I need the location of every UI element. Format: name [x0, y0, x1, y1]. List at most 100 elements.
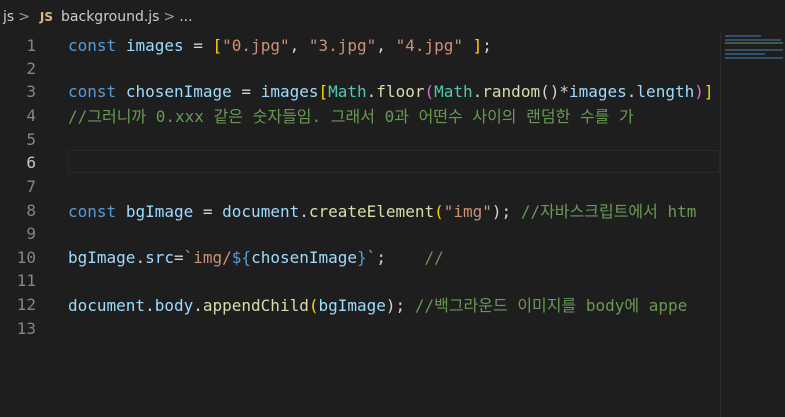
token: src — [145, 247, 174, 267]
code-line[interactable]: 12 document.body.appendChild(bgImage); /… — [0, 292, 720, 316]
code-line[interactable]: 2 — [0, 56, 720, 80]
token: appendChild — [202, 296, 309, 315]
token: = — [231, 81, 261, 101]
token: ` — [366, 247, 377, 267]
token: . — [193, 296, 203, 315]
code-line-active[interactable]: 6 — [0, 150, 720, 174]
token: * — [559, 81, 569, 101]
code-line[interactable]: 9 — [0, 221, 720, 245]
token: random — [482, 81, 541, 101]
line-number: 11 — [16, 270, 36, 290]
token: ); — [385, 296, 415, 315]
token: . — [472, 81, 483, 101]
token: ) — [694, 81, 704, 101]
breadcrumb-symbols[interactable]: ... — [179, 9, 192, 25]
code-text[interactable]: bgImage.src=`img/${chosenImage}`; // — [68, 248, 444, 267]
token: const — [68, 81, 117, 101]
token: ; — [482, 35, 492, 55]
line-number: 9 — [26, 223, 36, 243]
token: length — [636, 81, 695, 101]
token: } — [357, 247, 367, 267]
token: bgImage — [125, 202, 194, 221]
line-number: 7 — [26, 176, 36, 196]
token: ] — [703, 81, 714, 101]
javascript-file-icon: JS — [39, 9, 54, 24]
token: "0.jpg" — [222, 35, 290, 55]
code-line[interactable]: 13 — [0, 316, 720, 340]
token: //자바스크립트에서 htm — [520, 202, 697, 221]
code-line[interactable]: 4 //그러니까 0.xxx 같은 숫자들임. 그래서 0과 어떤수 사이의 랜… — [0, 103, 720, 127]
token: [ — [212, 35, 223, 55]
minimap-line — [725, 49, 783, 51]
minimap[interactable] — [721, 33, 785, 417]
token: Math — [434, 81, 473, 101]
token: bgImage — [318, 296, 386, 315]
token: () — [540, 81, 560, 101]
code-line[interactable]: 5 — [0, 127, 720, 151]
token: images — [568, 81, 627, 101]
code-text[interactable]: const images = ["0.jpg", "3.jpg", "4.jpg… — [68, 36, 492, 55]
minimap-line — [725, 53, 765, 55]
token: body — [154, 296, 194, 315]
breadcrumb: js > JS background.js > ... — [0, 0, 785, 33]
token: . — [135, 247, 146, 267]
token: // — [424, 247, 444, 267]
token: . — [145, 296, 155, 315]
token: document — [68, 296, 146, 315]
token: //백그라운드 이미지를 body에 appe — [414, 296, 688, 315]
token: , — [289, 35, 309, 55]
token: `img/ — [183, 247, 232, 267]
code-text[interactable]: document.body.appendChild(bgImage); //백그… — [68, 292, 687, 316]
code-editor[interactable]: 1 const images = ["0.jpg", "3.jpg", "4.j… — [0, 33, 720, 417]
minimap-line — [725, 57, 783, 59]
token: . — [626, 81, 637, 101]
token: chosenImage — [125, 81, 232, 101]
minimap-line — [725, 35, 761, 37]
token: = — [183, 35, 213, 55]
token: bgImage — [68, 247, 136, 267]
token: "3.jpg" — [308, 35, 377, 55]
token: ( — [434, 202, 444, 221]
token: images — [260, 81, 319, 101]
token: = — [173, 247, 184, 267]
code-line[interactable]: 10 bgImage.src=`img/${chosenImage}`; // — [0, 245, 720, 269]
line-number: 1 — [26, 35, 36, 55]
token: , — [376, 35, 396, 55]
line-number: 5 — [26, 129, 36, 149]
token: ( — [424, 81, 435, 101]
code-text[interactable]: const bgImage = document.createElement("… — [68, 198, 696, 222]
code-comment[interactable]: //그러니까 0.xxx 같은 숫자들임. 그래서 0과 어떤수 사이의 랜덤한… — [68, 103, 634, 127]
breadcrumb-folder[interactable]: js — [3, 9, 14, 25]
line-number: 10 — [16, 247, 36, 267]
token: . — [299, 202, 309, 221]
token: Math — [328, 81, 367, 101]
breadcrumb-file[interactable]: background.js — [61, 9, 159, 25]
chevron-right-icon: > — [18, 8, 30, 25]
token: . — [366, 81, 377, 101]
line-number: 12 — [16, 294, 36, 314]
token: ); — [491, 202, 521, 221]
code-line[interactable]: 1 const images = ["0.jpg", "3.jpg", "4.j… — [0, 33, 720, 57]
token: "img" — [443, 202, 492, 221]
token: [ — [318, 81, 329, 101]
token: ; — [376, 247, 425, 267]
token: floor — [376, 81, 425, 101]
line-number: 6 — [26, 152, 36, 172]
token: = — [193, 202, 223, 221]
code-text[interactable]: const chosenImage = images[Math.floor(Ma… — [68, 82, 714, 101]
code-line[interactable]: 8 const bgImage = document.createElement… — [0, 198, 720, 222]
line-number: 4 — [26, 105, 36, 125]
line-number: 3 — [26, 81, 36, 101]
token: chosenImage — [251, 247, 358, 267]
token: ] — [472, 35, 483, 55]
token: "4.jpg" — [395, 35, 463, 55]
minimap-line — [725, 42, 783, 44]
token: createElement — [308, 202, 435, 221]
code-line[interactable]: 3 const chosenImage = images[Math.floor(… — [0, 79, 720, 103]
code-line[interactable]: 7 — [0, 174, 720, 198]
code-line[interactable]: 11 — [0, 268, 720, 292]
